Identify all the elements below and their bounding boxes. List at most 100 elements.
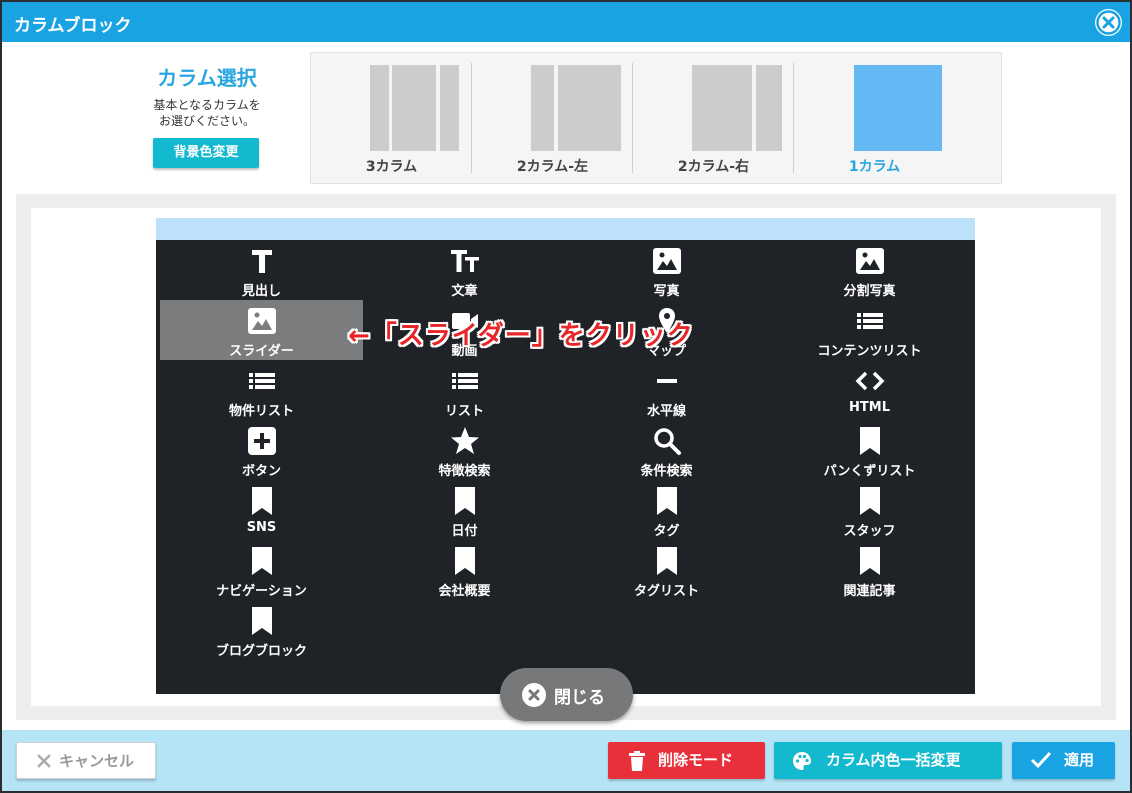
column-option-3[interactable]: 3カラム: [311, 53, 472, 183]
block-label: 会社概要: [438, 584, 491, 599]
block-label: 写真: [653, 284, 680, 299]
block-navigation[interactable]: ナビゲーション: [160, 540, 363, 600]
column-block: [756, 65, 782, 151]
block-label: スライダー: [229, 344, 294, 359]
bookmark-icon: [247, 606, 277, 636]
block-label: コンテンツリスト: [817, 344, 922, 359]
list-icon: [247, 366, 277, 396]
column-option-2-left[interactable]: 2カラム-左: [472, 53, 633, 183]
bookmark-icon: [855, 486, 885, 516]
block-split-photo[interactable]: 分割写真: [768, 240, 971, 300]
block-label: 見出し: [241, 284, 281, 299]
apply-label: 適用: [1064, 751, 1095, 769]
bookmark-icon: [450, 546, 480, 576]
block-label: 条件検索: [640, 464, 693, 479]
column-option-2-right[interactable]: 2カラム-右: [633, 53, 794, 183]
description-line-2: お選びください。: [158, 114, 255, 128]
plus-square-icon: [247, 426, 277, 456]
block-sns[interactable]: SNS: [160, 480, 363, 540]
text-size-icon: [450, 246, 480, 276]
dialog-title: カラムブロック: [14, 16, 132, 36]
image-icon: [652, 246, 682, 276]
block-label: ナビゲーション: [216, 584, 307, 599]
column-layout-selector: 3カラム 2カラム-左 2カラム-右 1カラム: [310, 52, 1002, 184]
block-tag[interactable]: タグ: [565, 480, 768, 540]
image-icon: [247, 306, 277, 336]
block-button[interactable]: ボタン: [160, 420, 363, 480]
background-color-button[interactable]: 背景色変更: [153, 138, 259, 168]
block-label: 物件リスト: [228, 404, 294, 419]
close-picker-button[interactable]: 閉じる: [500, 668, 633, 721]
block-label: リスト: [444, 404, 484, 419]
delete-mode-button[interactable]: 削除モード: [608, 742, 765, 779]
column-block: [392, 65, 436, 151]
block-tag-list[interactable]: タグリスト: [565, 540, 768, 600]
bookmark-icon: [652, 486, 682, 516]
block-horizontal-line[interactable]: 水平線: [565, 360, 768, 420]
block-property-list[interactable]: 物件リスト: [160, 360, 363, 420]
description-line-1: 基本となるカラムを: [153, 98, 261, 112]
block-related-articles[interactable]: 関連記事: [768, 540, 971, 600]
block-slider[interactable]: スライダー: [160, 300, 363, 360]
star-icon: [450, 426, 480, 456]
block-html[interactable]: HTML: [768, 360, 971, 420]
block-list[interactable]: リスト: [363, 360, 566, 420]
block-text[interactable]: 文章: [363, 240, 566, 300]
cancel-button[interactable]: キャンセル: [16, 742, 156, 779]
block-photo[interactable]: 写真: [565, 240, 768, 300]
block-date[interactable]: 日付: [363, 480, 566, 540]
close-dialog-button[interactable]: [1095, 9, 1122, 36]
column-option-label: 3カラム: [365, 159, 418, 175]
trash-icon: [629, 751, 645, 771]
block-heading[interactable]: 見出し: [160, 240, 363, 300]
bookmark-icon: [652, 546, 682, 576]
close-icon: [37, 754, 51, 768]
editor-canvas: 見出し 文章 写真 分割写真 スライダー 動画 マップ コンテンツリスト 物件リ…: [31, 208, 1101, 706]
column-select-heading: カラム選択: [157, 66, 257, 90]
bulk-color-change-button[interactable]: カラム内色一括変更: [774, 742, 1002, 779]
block-label: ボタン: [241, 464, 281, 479]
column-block: [531, 65, 554, 151]
block-label: 関連記事: [843, 584, 896, 599]
block-feature-search[interactable]: 特徴検索: [363, 420, 566, 480]
block-label: 日付: [451, 524, 478, 539]
block-label: タグリスト: [633, 584, 699, 599]
editor-area: 見出し 文章 写真 分割写真 スライダー 動画 マップ コンテンツリスト 物件リ…: [16, 194, 1116, 720]
block-label: HTML: [849, 400, 890, 415]
block-label: 分割写真: [843, 284, 896, 299]
block-condition-search[interactable]: 条件検索: [565, 420, 768, 480]
palette-icon: [793, 752, 811, 770]
dialog-footer: キャンセル 削除モード カラム内色一括変更 適用: [2, 730, 1130, 791]
column-block: [370, 65, 389, 151]
bookmark-icon: [855, 546, 885, 576]
block-label: スタッフ: [843, 524, 896, 539]
column-block-dialog: カラムブロック カラム選択 基本となるカラムを お選びください。 背景色変更 3…: [2, 2, 1130, 791]
delete-mode-label: 削除モード: [658, 751, 734, 769]
block-company-overview[interactable]: 会社概要: [363, 540, 566, 600]
apply-button[interactable]: 適用: [1012, 742, 1115, 779]
close-picker-label: 閉じる: [554, 688, 605, 708]
bookmark-icon: [855, 426, 885, 456]
bookmark-icon: [247, 486, 277, 516]
column-block: [440, 65, 459, 151]
block-blog[interactable]: ブログブロック: [160, 600, 363, 660]
dialog-titlebar: カラムブロック: [2, 2, 1130, 42]
block-breadcrumb-list[interactable]: パンくずリスト: [768, 420, 971, 480]
column-option-1[interactable]: 1カラム: [794, 53, 955, 183]
column-select-description: 基本となるカラムを お選びください。: [112, 97, 302, 129]
code-icon: [855, 366, 885, 396]
block-picker-panel: 見出し 文章 写真 分割写真 スライダー 動画 マップ コンテンツリスト 物件リ…: [156, 240, 975, 694]
column-header-bar[interactable]: [156, 218, 975, 240]
column-block: [692, 65, 752, 151]
column-option-label: 2カラム-左: [516, 159, 589, 175]
search-icon: [652, 426, 682, 456]
check-icon: [1030, 751, 1052, 769]
bookmark-icon: [247, 546, 277, 576]
heading-icon: [247, 246, 277, 276]
block-content-list[interactable]: コンテンツリスト: [768, 300, 971, 360]
instruction-annotation: ←「スライダー」をクリック: [348, 321, 694, 351]
horizontal-line-icon: [652, 366, 682, 396]
column-option-label: 1カラム: [848, 159, 901, 175]
block-staff[interactable]: スタッフ: [768, 480, 971, 540]
block-label: SNS: [246, 520, 277, 535]
